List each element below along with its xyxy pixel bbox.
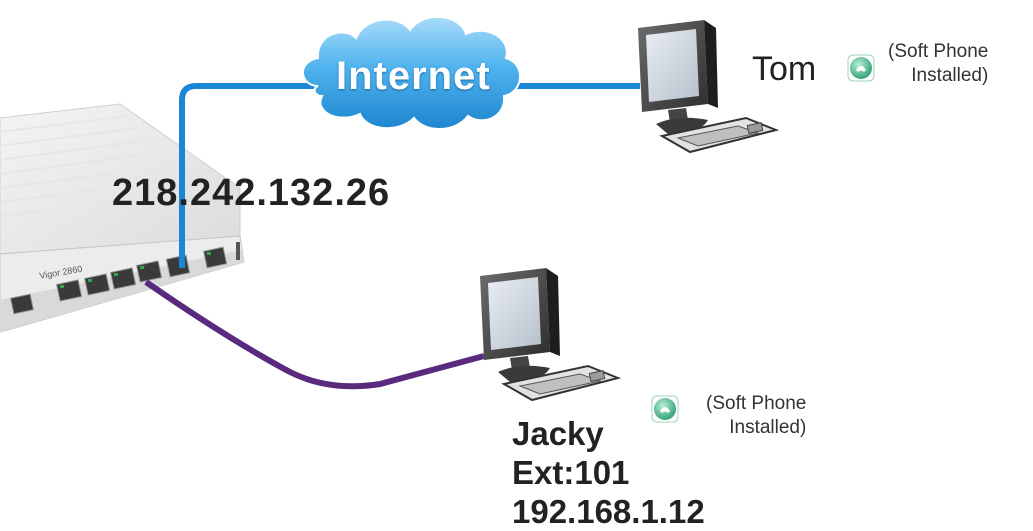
jacky-info: Jacky Ext:101 192.168.1.12	[512, 414, 705, 531]
jacky-name-label: Jacky	[512, 415, 604, 452]
jacky-ext-label: Ext:101	[512, 454, 630, 491]
computer-icon	[480, 268, 622, 402]
jacky-softphone-line2: Installed)	[729, 417, 807, 438]
lan-link	[144, 279, 485, 390]
tom-softphone-line1: (Soft Phone	[888, 41, 989, 62]
wan-ip-label: 218.242.132.26	[112, 172, 391, 214]
internet-label: Internet	[336, 54, 491, 98]
jacky-softphone-note: (Soft Phone Installed)	[706, 392, 806, 440]
tom-name-label: Tom	[752, 50, 817, 88]
router-icon: Vigor 2860	[0, 103, 245, 333]
tom-softphone-note: (Soft Phone Installed)	[888, 40, 988, 88]
tom-softphone-line2: Installed)	[911, 65, 989, 86]
jacky-ip-label: 192.168.1.12	[512, 493, 705, 530]
jacky-softphone-line1: (Soft Phone	[706, 393, 807, 414]
softphone-icon	[847, 54, 875, 82]
